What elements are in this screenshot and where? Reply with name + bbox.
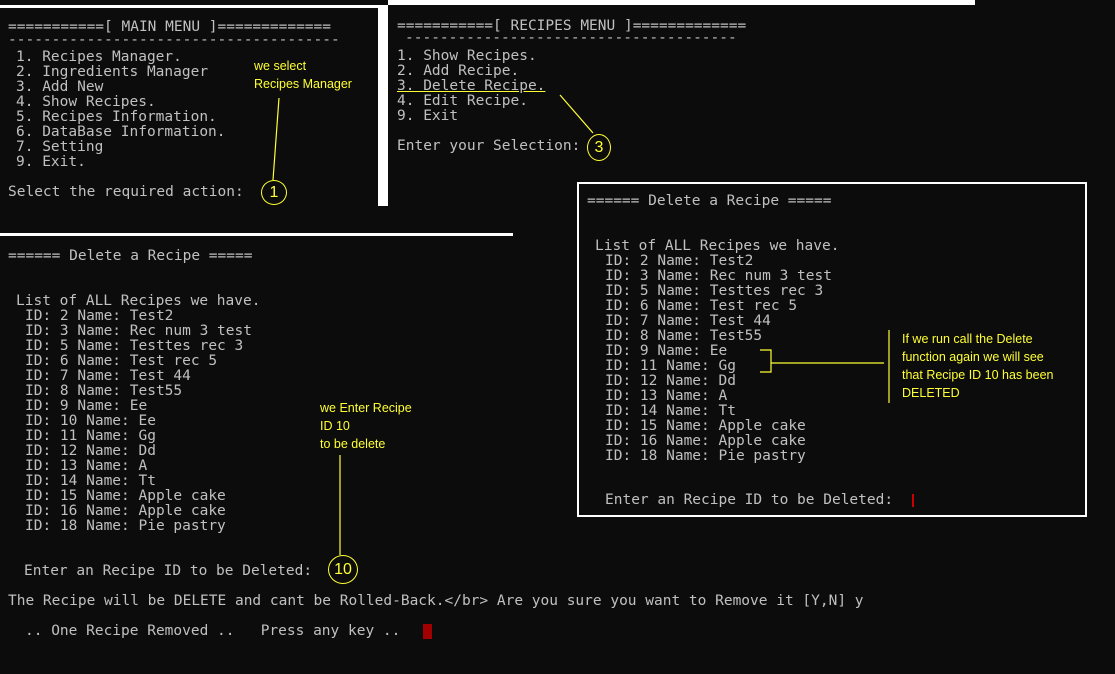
list-item: ID: 10 Name: Ee bbox=[25, 413, 156, 429]
list-item: ID: 18 Name: Pie pastry bbox=[605, 448, 806, 464]
main-menu-item-exit[interactable]: 9. Exit. bbox=[16, 155, 86, 170]
main-menu-item-ingredients-manager[interactable]: 2. Ingredients Manager bbox=[16, 65, 208, 80]
list-item: ID: 6 Name: Test rec 5 bbox=[25, 353, 218, 369]
main-menu-item-add-new[interactable]: 3. Add New bbox=[16, 80, 103, 95]
recipes-menu-prompt: Enter your Selection: bbox=[397, 138, 581, 154]
delete-left-prompt: Enter an Recipe ID to be Deleted: bbox=[24, 563, 313, 579]
delete-right-prompt: Enter an Recipe ID to be Deleted: bbox=[605, 492, 894, 508]
main-menu-item-recipes-information[interactable]: 5. Recipes Information. bbox=[16, 110, 217, 125]
list-item: ID: 11 Name: Gg bbox=[25, 428, 156, 444]
list-item: ID: 2 Name: Test2 bbox=[605, 253, 754, 269]
main-menu-prompt: Select the required action: bbox=[8, 184, 244, 200]
delete-right-cursor bbox=[912, 494, 914, 507]
delete-right-note: If we run call the Delete function again… bbox=[902, 332, 1054, 400]
list-item: ID: 3 Name: Rec num 3 test bbox=[605, 268, 832, 284]
list-item: ID: 3 Name: Rec num 3 test bbox=[25, 323, 252, 339]
delete-left-list-header: List of ALL Recipes we have. bbox=[16, 293, 261, 309]
list-item: ID: 7 Name: Test 44 bbox=[605, 313, 771, 329]
main-menu-item-database-information[interactable]: 6. DataBase Information. bbox=[16, 125, 226, 140]
delete-left-note: we Enter Recipe ID 10 to be delete bbox=[320, 401, 412, 451]
list-item: ID: 8 Name: Test55 bbox=[25, 383, 183, 399]
list-item: ID: 5 Name: Testtes rec 3 bbox=[605, 283, 824, 299]
main-menu-item-show-recipes[interactable]: 4. Show Recipes. bbox=[16, 95, 156, 110]
list-item: ID: 12 Name: Dd bbox=[605, 373, 736, 389]
main-menu-item-recipes-manager[interactable]: 1. Recipes Manager. bbox=[16, 50, 182, 65]
delete-right-title: ====== Delete a Recipe ===== bbox=[587, 193, 832, 209]
list-item: ID: 6 Name: Test rec 5 bbox=[605, 298, 798, 314]
recipes-menu-answer[interactable]: 3 bbox=[587, 134, 611, 161]
top-border-right bbox=[388, 0, 975, 5]
terminal-cursor bbox=[423, 624, 432, 639]
list-item: ID: 5 Name: Testtes rec 3 bbox=[25, 338, 244, 354]
main-menu-item-setting[interactable]: 7. Setting bbox=[16, 140, 103, 155]
recipes-menu-item-delete[interactable]: 3. Delete Recipe. bbox=[397, 79, 545, 94]
delete-left-answer[interactable]: 10 bbox=[328, 555, 358, 584]
list-item: ID: 16 Name: Apple cake bbox=[25, 503, 226, 519]
main-menu-answer[interactable]: 1 bbox=[261, 180, 287, 205]
main-menu-panel: ===========[ MAIN MENU ]============= --… bbox=[8, 20, 368, 205]
list-item: ID: 9 Name: Ee bbox=[605, 343, 728, 359]
list-item: ID: 14 Name: Tt bbox=[605, 403, 736, 419]
delete-left-title: ====== Delete a Recipe ===== bbox=[8, 248, 253, 264]
delete-right-list-header: List of ALL Recipes we have. bbox=[595, 238, 840, 254]
recipes-menu-item-edit[interactable]: 4. Edit Recipe. bbox=[397, 94, 528, 109]
list-item: ID: 11 Name: Gg bbox=[605, 358, 736, 374]
top-border-left bbox=[0, 5, 378, 8]
list-item: ID: 15 Name: Apple cake bbox=[605, 418, 806, 434]
confirm-line: The Recipe will be DELETE and cant be Ro… bbox=[8, 593, 864, 609]
list-item: ID: 14 Name: Tt bbox=[25, 473, 156, 489]
removed-line: .. One Recipe Removed .. Press any key .… bbox=[25, 623, 401, 639]
list-item: ID: 8 Name: Test55 bbox=[605, 328, 763, 344]
list-item: ID: 13 Name: A bbox=[605, 388, 728, 404]
delete-left-panel: ====== Delete a Recipe ===== List of ALL… bbox=[8, 249, 508, 589]
main-menu-right-border bbox=[378, 5, 388, 206]
list-item: ID: 12 Name: Dd bbox=[25, 443, 156, 459]
recipes-menu-rule: -------------------------------------- bbox=[405, 30, 737, 46]
recipes-menu-item-exit[interactable]: 9. Exit bbox=[397, 109, 458, 124]
recipes-menu-item-add[interactable]: 2. Add Recipe. bbox=[397, 64, 519, 79]
list-item: ID: 16 Name: Apple cake bbox=[605, 433, 806, 449]
recipes-menu-item-show[interactable]: 1. Show Recipes. bbox=[397, 49, 537, 64]
list-item: ID: 18 Name: Pie pastry bbox=[25, 518, 226, 534]
main-menu-note: we select Recipes Manager bbox=[254, 59, 352, 91]
main-menu-rule: -------------------------------------- bbox=[8, 32, 340, 48]
list-item: ID: 15 Name: Apple cake bbox=[25, 488, 226, 504]
list-item: ID: 7 Name: Test 44 bbox=[25, 368, 191, 384]
list-item: ID: 9 Name: Ee bbox=[25, 398, 148, 414]
delete-left-top-border bbox=[0, 233, 513, 236]
list-item: ID: 13 Name: A bbox=[25, 458, 148, 474]
list-item: ID: 2 Name: Test2 bbox=[25, 308, 174, 324]
